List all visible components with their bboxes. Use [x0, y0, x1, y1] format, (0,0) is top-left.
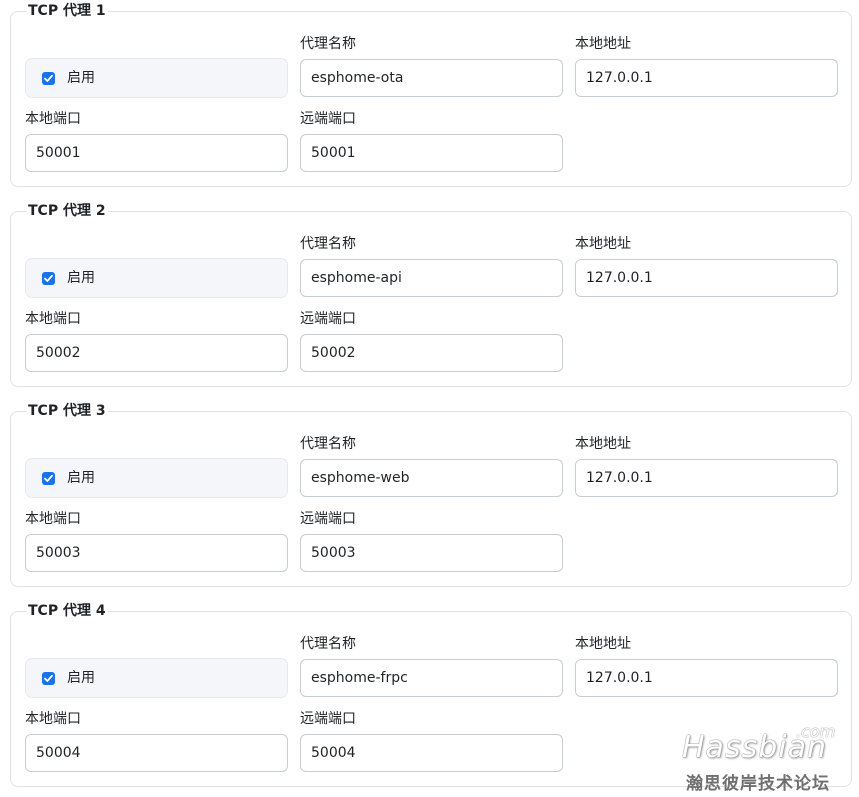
- local-address-input[interactable]: [575, 459, 838, 497]
- local-address-label: 本地地址: [575, 436, 631, 452]
- local-port-label: 本地端口: [25, 711, 81, 727]
- enable-label: 启用: [67, 670, 95, 686]
- checkmark-icon: [44, 74, 53, 82]
- tcp-proxy-group-2: TCP 代理 2 启用 代理名称 本地地址 本地端口 远端端口: [10, 202, 852, 387]
- enable-checkbox[interactable]: [42, 472, 55, 485]
- hassbian-watermark: .com Hassbian 瀚思彼岸技术论坛: [676, 722, 846, 794]
- proxy-name-input[interactable]: [300, 59, 563, 97]
- local-port-label: 本地端口: [25, 311, 81, 327]
- proxy-name-input[interactable]: [300, 259, 563, 297]
- local-port-label: 本地端口: [25, 511, 81, 527]
- proxy-group-title: TCP 代理 2: [26, 202, 108, 220]
- enable-checkbox[interactable]: [42, 72, 55, 85]
- proxy-name-input[interactable]: [300, 659, 563, 697]
- remote-port-label: 远端端口: [300, 311, 356, 327]
- watermark-subtitle: 瀚思彼岸技术论坛: [686, 774, 830, 794]
- tcp-proxy-group-3: TCP 代理 3 启用 代理名称 本地地址 本地端口 远端端口: [10, 402, 852, 587]
- local-port-label: 本地端口: [25, 111, 81, 127]
- enable-toggle-box[interactable]: 启用: [25, 658, 288, 698]
- enable-checkbox[interactable]: [42, 272, 55, 285]
- checkmark-icon: [44, 674, 53, 682]
- enable-checkbox[interactable]: [42, 672, 55, 685]
- enable-label: 启用: [67, 270, 95, 286]
- remote-port-input[interactable]: [300, 134, 563, 172]
- proxy-name-input[interactable]: [300, 459, 563, 497]
- remote-port-input[interactable]: [300, 734, 563, 772]
- tcp-proxy-group-1: TCP 代理 1 启用 代理名称 本地地址 本地端口 远端端口: [10, 2, 852, 187]
- local-address-input[interactable]: [575, 659, 838, 697]
- proxy-group-title: TCP 代理 3: [26, 402, 108, 420]
- enable-toggle-box[interactable]: 启用: [25, 258, 288, 298]
- local-port-input[interactable]: [25, 534, 288, 572]
- remote-port-input[interactable]: [300, 334, 563, 372]
- local-port-input[interactable]: [25, 334, 288, 372]
- local-port-input[interactable]: [25, 734, 288, 772]
- remote-port-label: 远端端口: [300, 511, 356, 527]
- local-port-input[interactable]: [25, 134, 288, 172]
- remote-port-label: 远端端口: [300, 711, 356, 727]
- checkmark-icon: [44, 474, 53, 482]
- proxy-group-title: TCP 代理 4: [26, 602, 108, 620]
- local-address-input[interactable]: [575, 259, 838, 297]
- watermark-brand: Hassbian: [682, 730, 827, 765]
- proxy-name-label: 代理名称: [300, 436, 356, 452]
- local-address-label: 本地地址: [575, 636, 631, 652]
- enable-toggle-box[interactable]: 启用: [25, 458, 288, 498]
- enable-toggle-box[interactable]: 启用: [25, 58, 288, 98]
- proxy-name-label: 代理名称: [300, 636, 356, 652]
- proxy-name-label: 代理名称: [300, 236, 356, 252]
- checkmark-icon: [44, 274, 53, 282]
- proxy-name-label: 代理名称: [300, 36, 356, 52]
- remote-port-label: 远端端口: [300, 111, 356, 127]
- remote-port-input[interactable]: [300, 534, 563, 572]
- enable-label: 启用: [67, 470, 95, 486]
- local-address-label: 本地地址: [575, 236, 631, 252]
- proxy-group-title: TCP 代理 1: [26, 2, 108, 20]
- enable-label: 启用: [67, 70, 95, 86]
- local-address-input[interactable]: [575, 59, 838, 97]
- local-address-label: 本地地址: [575, 36, 631, 52]
- frp-proxy-settings: TCP 代理 1 启用 代理名称 本地地址 本地端口 远端端口 TCP 代理 2…: [0, 0, 859, 797]
